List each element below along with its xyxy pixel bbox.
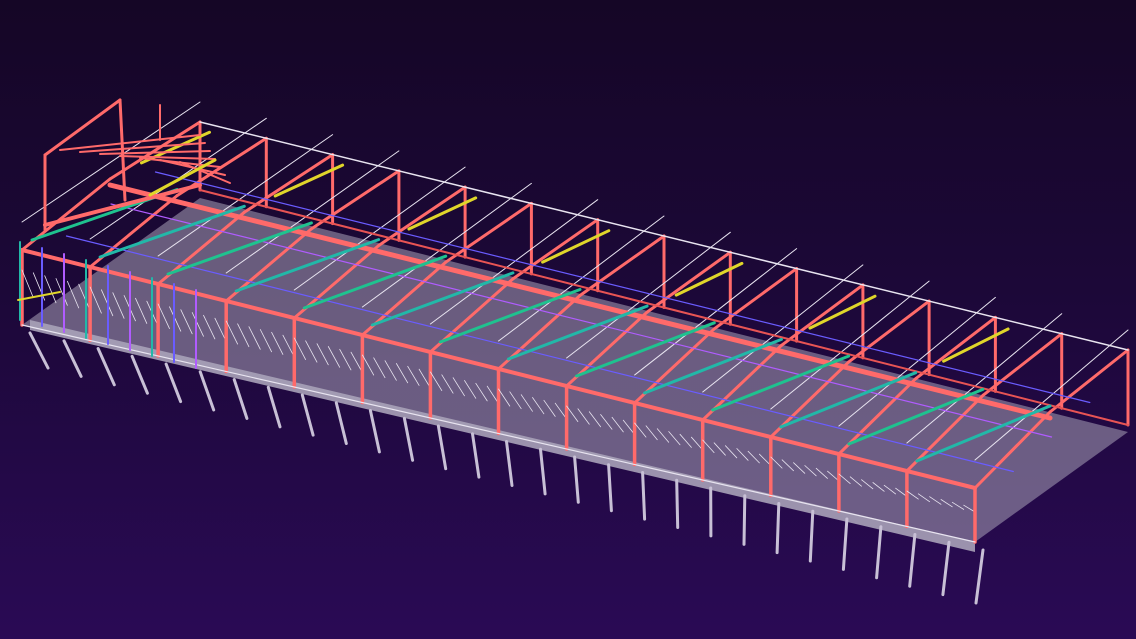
pile: [96, 347, 116, 387]
pile: [841, 517, 849, 571]
pile: [164, 362, 183, 404]
pile: [675, 478, 680, 529]
pile: [875, 525, 883, 580]
pile: [742, 494, 747, 546]
pile: [436, 424, 448, 471]
structural-model-view[interactable]: [0, 0, 1136, 639]
pile: [300, 393, 315, 437]
rafter-back: [444, 201, 533, 264]
pile: [908, 533, 917, 588]
pile: [941, 540, 951, 597]
rafter-back: [377, 185, 467, 248]
pile: [775, 502, 781, 555]
pile: [974, 548, 985, 605]
3d-viewport[interactable]: [0, 0, 1136, 639]
floor-slab: [22, 198, 1128, 552]
pile: [28, 331, 50, 370]
pile: [198, 370, 216, 412]
pile: [334, 401, 348, 445]
pile: [607, 463, 613, 513]
wall-truss-web: [44, 275, 57, 304]
pile: [62, 339, 83, 378]
pile: [130, 354, 149, 395]
pile: [641, 471, 647, 521]
pile: [232, 378, 249, 420]
pile: [808, 509, 815, 563]
rafter-back: [309, 169, 401, 231]
pile: [505, 440, 514, 487]
pile: [573, 455, 580, 504]
pile: [402, 416, 415, 462]
end-bay-yellow: [17, 291, 61, 301]
pile: [266, 385, 282, 429]
pile: [368, 409, 381, 454]
pile: [471, 432, 481, 479]
slab-surface: [22, 198, 1128, 542]
pile: [539, 447, 547, 496]
